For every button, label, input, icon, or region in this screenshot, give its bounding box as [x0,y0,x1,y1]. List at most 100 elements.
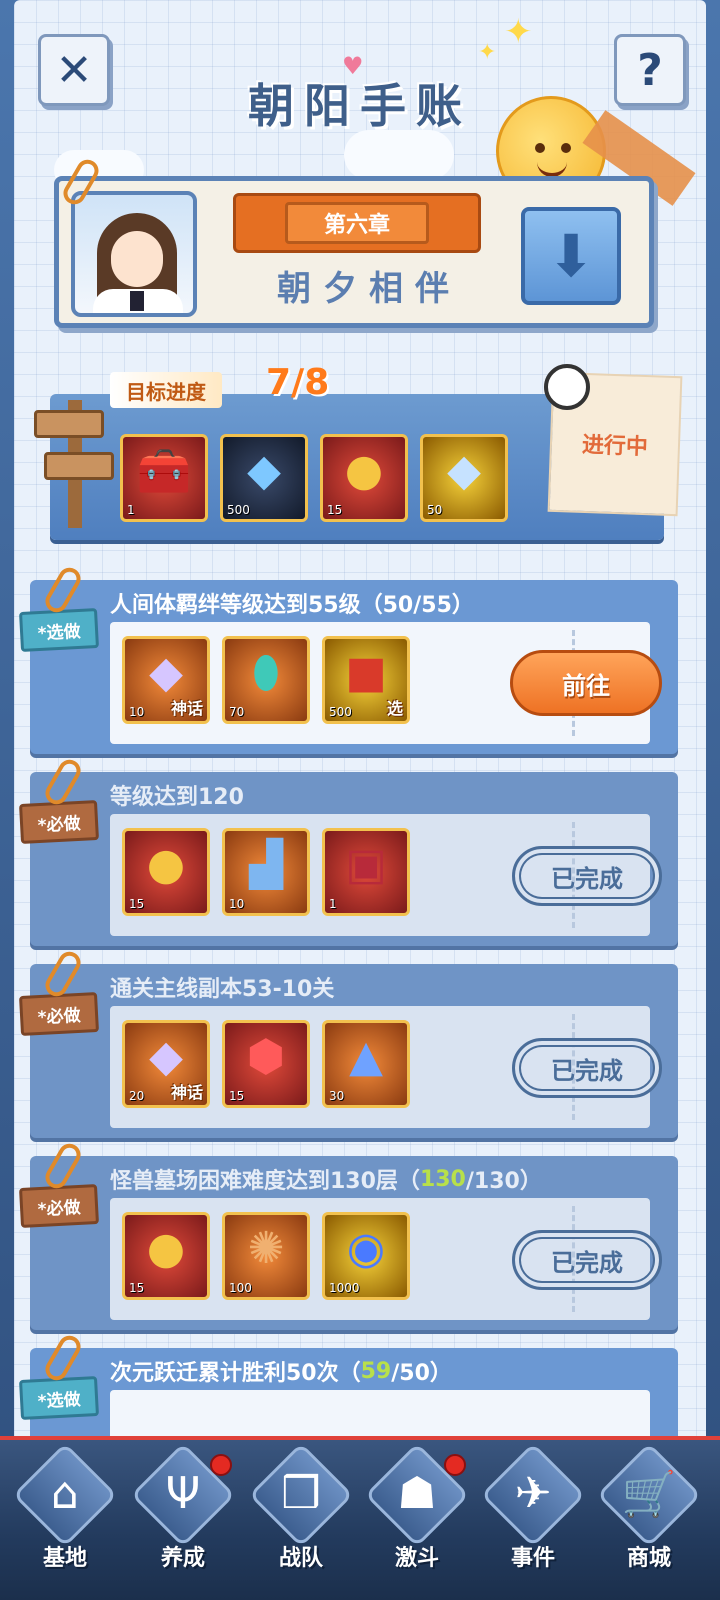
page-title: 朝阳手账 [248,79,472,133]
reward-item[interactable]: ◆ 10 神话 [122,636,210,724]
task-title-text: /50） [391,1361,452,1386]
task-progress-current: 130 [419,1166,466,1192]
reward-item[interactable]: ▲ 30 [322,1020,410,1108]
reward-item[interactable]: ◉ 1000 [322,1212,410,1300]
task-title-text: 怪兽墓场困难难度达到130层（ [110,1169,420,1194]
red-gem-icon: ⬢ [246,1031,286,1082]
task-type-badge: *必做 [19,799,99,845]
task-card: *必做 怪兽墓场困难难度达到130层（ 130/130） ● 15 ✺ 100 ◉… [19,1156,678,1330]
completed-stamp: 已完成 [512,1038,662,1098]
clock-icon [544,364,590,410]
help-button[interactable]: ? [614,34,686,106]
myth-crystal-icon: ◆ [149,1031,183,1082]
jet-event-icon: ✈ [514,1468,552,1519]
nav-label: 事件 [510,1546,555,1571]
bronze-gear-icon: ✺ [247,1223,285,1274]
reward-item[interactable]: ● 15 [122,828,210,916]
nav-label: 基地 [42,1546,87,1571]
reward-item[interactable]: ⬢ 15 [222,1020,310,1108]
blue-orb-icon: ◉ [346,1223,386,1274]
reward-tag: 神话 [170,699,203,718]
reward-item[interactable]: ◆ 500 [220,434,308,522]
nav-item-shop[interactable]: 🛒 商城 [594,1442,704,1594]
help-icon: ? [637,44,663,96]
reward-qty: 20 [129,1089,145,1103]
reward-qty: 500 [227,503,250,517]
team-cards-icon: ❒ [281,1468,321,1519]
nav-item-team[interactable]: ❒ 战队 [246,1442,356,1594]
bottom-nav: ⌂ 基地 Ψ 养成 ❒ 战队 ☗ 激斗 ✈ 事件 🛒 商城 [0,1436,720,1600]
task-type-badge: *必做 [19,991,99,1037]
blue-badge-icon: ▲ [349,1031,383,1082]
task-progress-current: 59 [360,1358,392,1384]
reward-item[interactable]: ■ 500 选 [322,636,410,724]
reward-qty: 15 [229,1089,245,1103]
nav-label: 激斗 [394,1546,439,1571]
task-card: *必做 等级达到120 ● 15 ▟ 10 ▣ 1 已完成 [19,772,678,946]
nav-label: 养成 [160,1546,205,1571]
nav-item-event[interactable]: ✈ 事件 [478,1442,588,1594]
progress-label: 目标进度 [110,372,222,408]
chapter-label: 第六章 [284,202,429,244]
completed-stamp: 已完成 [512,1230,662,1290]
rainbow-crystal-icon: ◆ [447,445,481,496]
legend-coin-icon: ● [146,839,186,890]
shop-cart-icon: 🛒 [621,1469,677,1520]
reward-qty: 10 [229,897,245,911]
reward-item[interactable]: ⬮ 70 [222,636,310,724]
chapter-card: 第六章 朝夕相伴 ⬇ [54,176,654,328]
reward-qty: 500 [329,705,352,719]
treasure-chest-icon: 🧰 [136,446,192,497]
reward-item[interactable]: 🧰 1 [120,434,208,522]
notification-dot [210,1454,232,1476]
nav-item-base[interactable]: ⌂ 基地 [10,1442,120,1594]
task-type-badge: *选做 [19,607,99,653]
egg-card-icon: ⬮ [252,647,280,698]
arrow-down-icon: ⬇ [546,222,596,290]
reward-item[interactable]: ◆ 20 神话 [122,1020,210,1108]
myth-crystal-icon: ◆ [149,647,183,698]
blue-anvil-icon: ▟ [249,839,283,890]
red-chest-icon: ▣ [345,839,387,890]
reward-item[interactable]: ◆ 50 [420,434,508,522]
star-icon: ✦ [478,40,497,65]
task-title: 等级达到120 [110,785,244,810]
gold-coin-icon: ● [344,445,384,496]
chapter-ribbon: 第六章 [233,193,481,253]
nav-item-training[interactable]: Ψ 养成 [128,1442,238,1594]
reward-item[interactable]: ● 15 [320,434,408,522]
nav-label: 战队 [278,1546,323,1571]
reward-qty: 70 [229,705,245,719]
reward-qty: 30 [329,1089,345,1103]
select-box-icon: ■ [345,647,387,698]
notification-dot [444,1454,466,1476]
task-title: 人间体羁绊等级达到55级（50/55） [110,593,474,618]
reward-item[interactable]: ▟ 10 [222,828,310,916]
legend-coin-icon: ● [146,1223,186,1274]
reward-tag: 选 [386,699,403,718]
go-button[interactable]: 前往 [510,650,662,716]
nav-item-battle[interactable]: ☗ 激斗 [362,1442,472,1594]
reward-qty: 1 [329,897,337,911]
task-type-badge: *选做 [19,1375,99,1421]
signpost-icon [34,390,114,530]
blue-crystal-icon: ◆ [247,445,281,496]
nav-label: 商城 [626,1546,671,1571]
reward-qty: 15 [327,503,343,517]
reward-qty: 50 [427,503,443,517]
task-type-badge: *必做 [19,1183,99,1229]
reward-item[interactable]: ✺ 100 [222,1212,310,1300]
reward-qty: 15 [129,897,145,911]
task-card: *必做 通关主线副本53-10关 ◆ 20 神话 ⬢ 15 ▲ 30 已完成 [19,964,678,1138]
chapter-expand-button[interactable]: ⬇ [521,207,621,305]
reward-item[interactable]: ▣ 1 [322,828,410,916]
progress-value: 7/8 [266,362,330,403]
reward-tag: 神话 [170,1083,203,1102]
task-title: 怪兽墓场困难难度达到130层（ 130/130） [110,1162,542,1196]
task-title-text: /130） [465,1169,542,1194]
reward-item[interactable]: ● 15 [122,1212,210,1300]
cloud-decoration [344,130,454,180]
task-card: *选做 人间体羁绊等级达到55级（50/55） ◆ 10 神话 ⬮ 70 ■ 5… [19,580,678,754]
base-icon: ⌂ [51,1468,79,1519]
avatar [71,191,197,317]
